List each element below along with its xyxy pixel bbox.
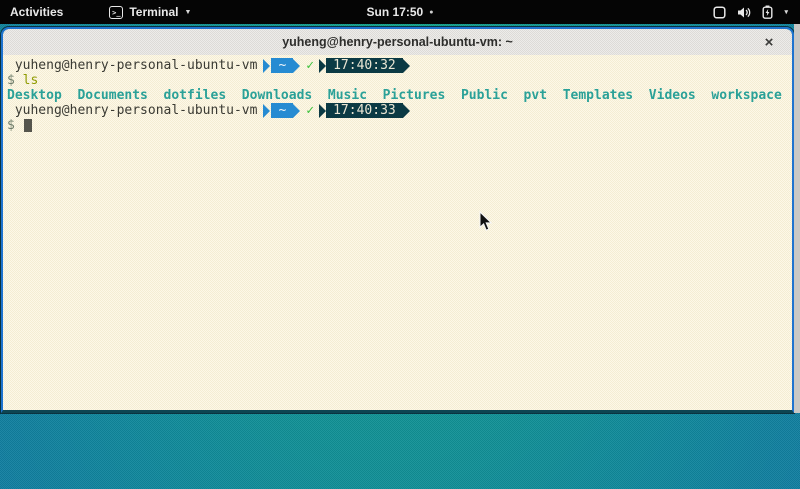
prompt-time-segment: 17:40:32 — [326, 58, 403, 73]
volume-icon — [737, 6, 751, 19]
chevron-down-icon: ▾ — [784, 8, 788, 16]
ls-output: Desktop Documents dotfiles Downloads Mus… — [7, 88, 792, 103]
prompt-cwd-segment: ~ — [271, 103, 293, 118]
screen-edge-strip — [794, 24, 800, 413]
powerline-arrow-icon — [293, 59, 300, 73]
activities-button[interactable]: Activities — [0, 0, 73, 24]
window-title: yuheng@henry-personal-ubuntu-vm: ~ — [282, 35, 513, 49]
prompt-line: yuheng@henry-personal-ubuntu-vm ~ ✓ 17:4… — [7, 103, 792, 118]
powerline-arrow-icon — [293, 104, 300, 118]
powerline-arrow-icon — [263, 104, 270, 118]
battery-charging-icon — [762, 5, 773, 19]
powerline-arrow-icon — [403, 104, 410, 118]
app-menu-label: Terminal — [129, 5, 178, 19]
notification-dot-icon: ● — [429, 9, 433, 16]
window-titlebar[interactable]: yuheng@henry-personal-ubuntu-vm: ~ × — [3, 29, 792, 55]
prompt-time-segment: 17:40:33 — [326, 103, 403, 118]
display-icon — [713, 6, 726, 19]
powerline-arrow-icon — [403, 59, 410, 73]
chevron-down-icon: ▼ — [184, 9, 191, 16]
screen: Activities >_ Terminal ▼ Sun 17:50 ● — [0, 0, 800, 489]
prompt-line: yuheng@henry-personal-ubuntu-vm ~ ✓ 17:4… — [7, 58, 792, 73]
prompt-symbol: $ — [7, 118, 15, 133]
close-icon[interactable]: × — [758, 29, 780, 55]
terminal-window: yuheng@henry-personal-ubuntu-vm: ~ × yuh… — [1, 27, 794, 413]
powerline-arrow-icon — [319, 104, 326, 118]
powerline-arrow-icon — [263, 59, 270, 73]
prompt-user-host: yuheng@henry-personal-ubuntu-vm — [7, 103, 257, 118]
command-line: $ ls — [7, 73, 792, 88]
terminal-screen[interactable]: yuheng@henry-personal-ubuntu-vm ~ ✓ 17:4… — [3, 55, 792, 410]
clock-label: Sun 17:50 — [367, 5, 424, 19]
terminal-icon: >_ — [109, 6, 123, 19]
status-check-icon: ✓ — [306, 103, 314, 118]
typed-command: ls — [23, 73, 39, 88]
system-status-area[interactable]: ▾ — [701, 0, 800, 24]
prompt-cwd-segment: ~ — [271, 58, 293, 73]
mouse-pointer-icon — [479, 211, 494, 232]
app-menu-terminal[interactable]: >_ Terminal ▼ — [103, 0, 197, 24]
gnome-top-bar: Activities >_ Terminal ▼ Sun 17:50 ● — [0, 0, 800, 24]
powerline-arrow-icon — [319, 59, 326, 73]
command-line-active: $ — [7, 118, 792, 133]
status-check-icon: ✓ — [306, 58, 314, 73]
prompt-user-host: yuheng@henry-personal-ubuntu-vm — [7, 58, 257, 73]
prompt-symbol: $ — [7, 73, 15, 88]
terminal-cursor — [24, 119, 32, 132]
